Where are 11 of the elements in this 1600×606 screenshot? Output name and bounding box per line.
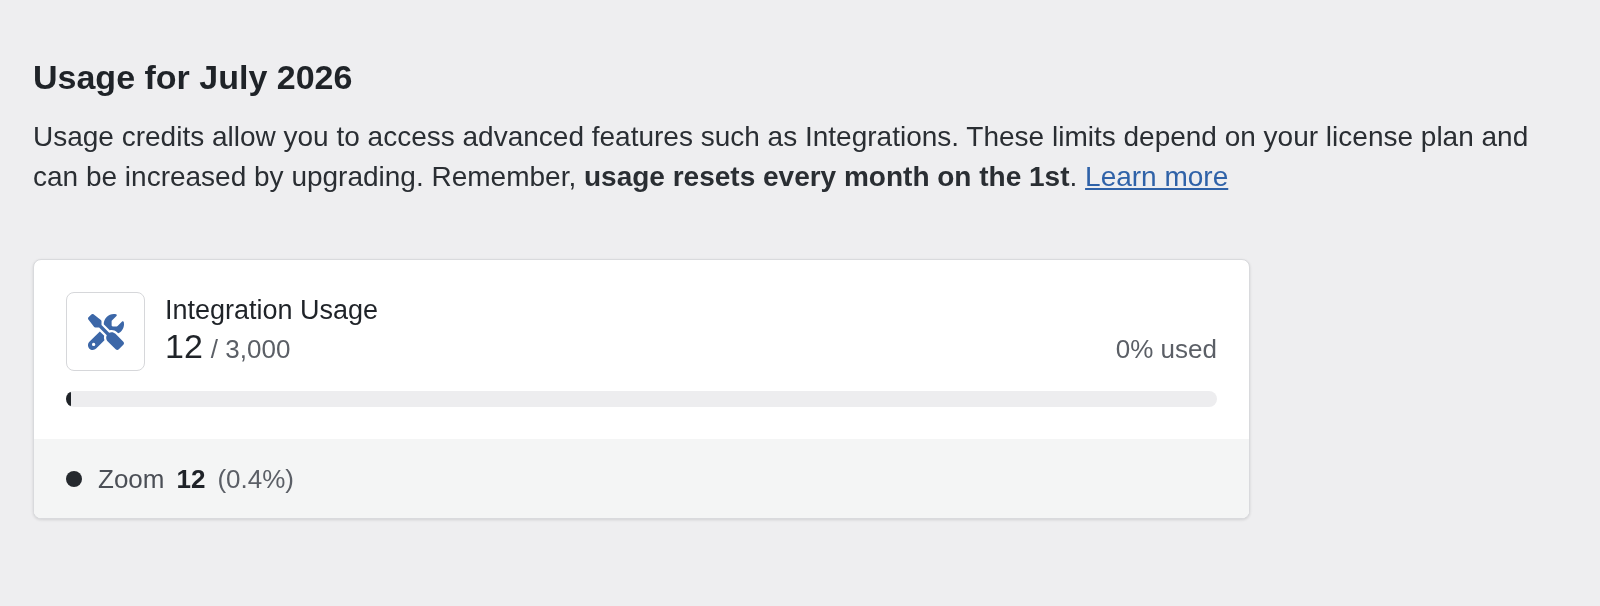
used-count: 12 xyxy=(165,326,203,366)
usage-limit: / 3,000 xyxy=(210,333,291,366)
app-name: Zoom xyxy=(98,462,165,496)
intro-paragraph: Usage credits allow you to access advanced features such as Integrations. These limits depend on your license plan and can be increased by upgrading. Remember, usage resets every month on the 1st. Learn more xyxy=(33,120,1530,194)
wrench-screwdriver-icon xyxy=(66,292,145,371)
app-count: 12 xyxy=(176,462,206,496)
card-title: Integration Usage xyxy=(165,294,379,326)
percent-used: 0% used xyxy=(1115,333,1217,366)
app-share: (0.4%) xyxy=(217,462,294,496)
page-heading: Usage for July 2026 xyxy=(33,57,353,97)
learn-more-link[interactable]: Learn more xyxy=(1085,161,1229,192)
